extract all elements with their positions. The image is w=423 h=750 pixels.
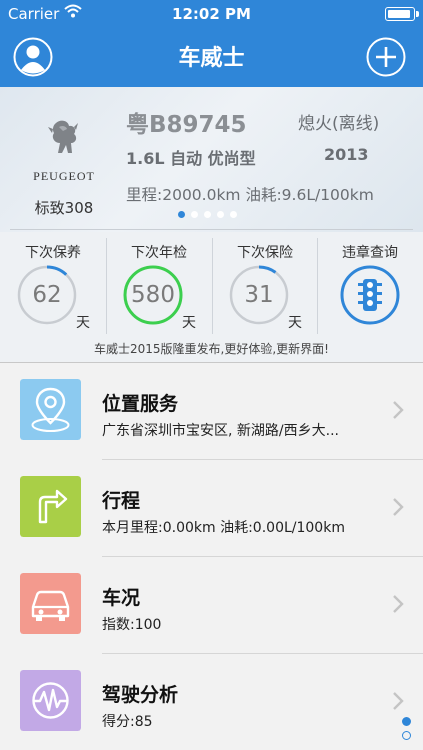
status-bar: Carrier 12:02 PM — [0, 0, 423, 28]
reminders-row: 下次保养 62 天 下次年检 580 天 下次保险 31 天 违章查询 — [0, 232, 423, 340]
reminder-maintenance[interactable]: 下次保养 62 天 — [0, 232, 106, 340]
list-item-driving-analysis[interactable]: 驾驶分析 得分:85 — [0, 654, 423, 750]
item-subtitle: 广东省深圳市宝安区, 新湖路/西乡大... — [102, 423, 339, 439]
page-dot[interactable] — [402, 717, 411, 726]
engine-status: 熄火(离线) — [298, 114, 380, 134]
page-dot[interactable] — [230, 211, 237, 218]
mileage-fuel-stats: 里程:2000.0km 油耗:9.6L/100km — [126, 186, 374, 204]
chevron-right-icon — [393, 692, 404, 710]
list-item-trip[interactable]: 行程 本月里程:0.00km 油耗:0.00L/100km — [0, 460, 423, 557]
page-dot[interactable] — [204, 211, 211, 218]
page-title: 车威士 — [178, 46, 245, 71]
item-title: 车况 — [102, 587, 141, 609]
reminder-unit: 天 — [288, 315, 302, 331]
car-model: 标致308 — [34, 199, 94, 217]
brand-name: PEUGEOT — [33, 169, 95, 183]
item-subtitle: 得分:85 — [102, 714, 153, 730]
divider — [10, 229, 413, 230]
reminder-value: 62 — [32, 282, 62, 308]
license-plate: 粤B89745 — [126, 112, 247, 138]
car-info-card[interactable]: PEUGEOT 标致308 粤B89745 熄火(离线) 1.6L 自动 优尚型… — [0, 87, 423, 232]
reminder-label: 下次保险 — [237, 245, 293, 261]
chevron-right-icon — [393, 498, 404, 516]
page-dot[interactable] — [402, 731, 411, 740]
route-sign-icon — [20, 476, 81, 537]
violation-query-button[interactable]: 违章查询 — [317, 232, 423, 340]
item-title: 驾驶分析 — [102, 684, 179, 706]
car-year: 2013 — [324, 145, 369, 164]
item-subtitle: 指数:100 — [102, 617, 162, 633]
item-title: 位置服务 — [102, 393, 179, 415]
reminder-value: 31 — [244, 282, 274, 308]
reminder-label: 下次保养 — [25, 245, 81, 261]
chevron-right-icon — [393, 401, 404, 419]
car-page-indicator[interactable] — [178, 211, 237, 218]
chevron-right-icon — [393, 595, 404, 613]
item-title: 行程 — [102, 490, 141, 512]
reminder-label: 下次年检 — [131, 245, 187, 261]
page-dot[interactable] — [191, 211, 198, 218]
list-item-location[interactable]: 位置服务 广东省深圳市宝安区, 新湖路/西乡大... — [0, 363, 423, 460]
service-list: 位置服务 广东省深圳市宝安区, 新湖路/西乡大... 行程 本月里程:0.00k… — [0, 363, 423, 750]
pulse-icon — [20, 670, 81, 731]
reminder-value: 580 — [131, 282, 175, 308]
page-dot[interactable] — [217, 211, 224, 218]
reminder-unit: 天 — [76, 315, 90, 331]
top-bar: Carrier 12:02 PM 车威士 — [0, 0, 423, 87]
reminder-label: 违章查询 — [342, 245, 398, 261]
reminder-unit: 天 — [182, 315, 196, 331]
location-pin-icon — [20, 379, 81, 440]
traffic-light-icon — [340, 265, 400, 325]
battery-icon — [385, 7, 419, 21]
reminder-annual-inspection[interactable]: 下次年检 580 天 — [106, 232, 212, 340]
car-icon — [20, 573, 81, 634]
reminder-insurance[interactable]: 下次保险 31 天 — [212, 232, 318, 340]
announcement-banner[interactable]: 车威士2015版隆重发布,更好体验,更新界面! — [0, 340, 423, 362]
list-page-indicator[interactable] — [402, 717, 411, 745]
add-button[interactable] — [366, 37, 406, 77]
list-item-car-condition[interactable]: 车况 指数:100 — [0, 557, 423, 654]
car-spec: 1.6L 自动 优尚型 — [126, 149, 256, 168]
page-dot[interactable] — [178, 211, 185, 218]
clock: 12:02 PM — [172, 5, 251, 23]
item-subtitle: 本月里程:0.00km 油耗:0.00L/100km — [102, 520, 345, 536]
